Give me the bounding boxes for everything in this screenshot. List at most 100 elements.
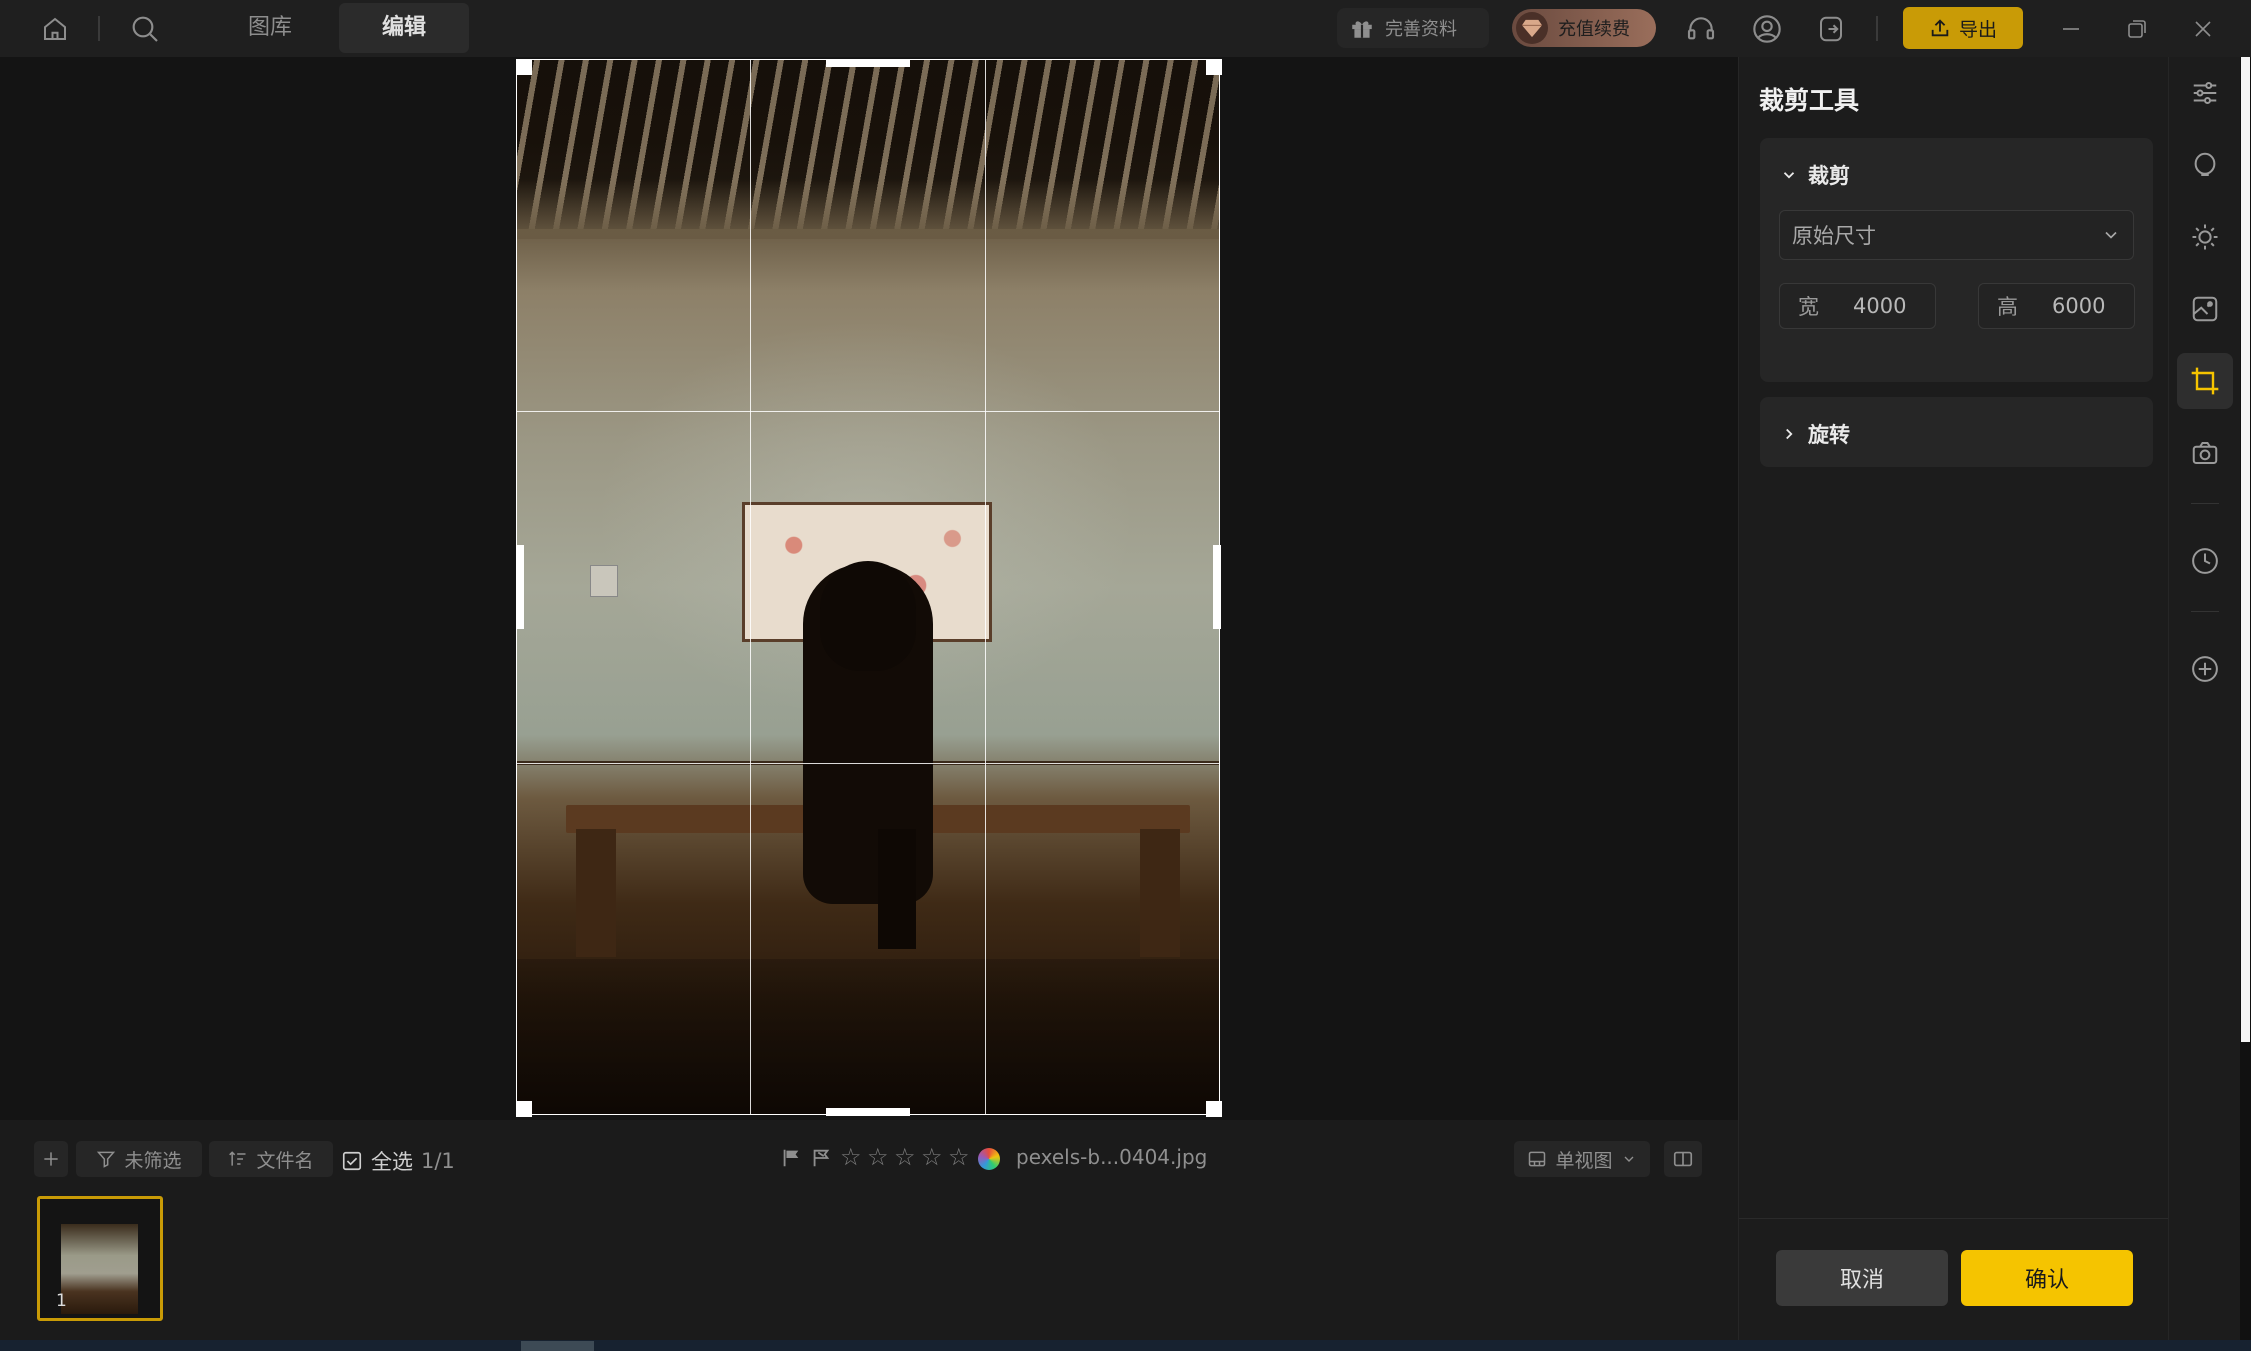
ellipse-icon xyxy=(2194,152,2216,176)
tab-edit[interactable]: 编辑 xyxy=(339,3,469,53)
width-label: 宽 xyxy=(1798,295,1819,319)
minimize-icon[interactable] xyxy=(2052,10,2090,48)
camera-icon xyxy=(2192,442,2218,464)
light-tool-button[interactable] xyxy=(2177,209,2233,265)
width-field[interactable]: 宽 4000 xyxy=(1779,283,1936,329)
sort-icon xyxy=(229,1151,246,1166)
thumbnail-image xyxy=(61,1224,138,1314)
logout-icon[interactable] xyxy=(1812,10,1850,48)
plus-icon xyxy=(44,1152,58,1166)
top-bar: 图库 编辑 完善资料 充值续费 导出 xyxy=(0,0,2251,57)
restore-icon[interactable] xyxy=(2118,10,2156,48)
search-icon[interactable] xyxy=(126,10,164,48)
portrait-tool-button[interactable] xyxy=(2177,137,2233,193)
crop-section-title: 裁剪 xyxy=(1808,164,1850,188)
crop-tool-panel: 裁剪工具 裁剪 原始尺寸 宽 4000 高 6000 旋转 取消 确认 xyxy=(1738,57,2169,1340)
compare-button[interactable] xyxy=(1664,1141,1702,1177)
select-all-label: 全选 xyxy=(371,1150,413,1174)
sort-button[interactable]: 文件名 xyxy=(209,1141,333,1177)
crop-handle-bottom-left[interactable] xyxy=(516,1101,532,1117)
compare-icon xyxy=(1673,1151,1693,1167)
user-icon[interactable] xyxy=(1748,10,1786,48)
horizontal-scrollbar-thumb[interactable] xyxy=(521,1341,594,1351)
diamond-icon xyxy=(1516,12,1548,44)
divider xyxy=(98,16,100,41)
horizontal-scrollbar[interactable] xyxy=(0,1340,2251,1351)
crop-handle-right[interactable] xyxy=(1213,545,1221,629)
gift-icon xyxy=(1352,21,1372,38)
vertical-scrollbar-thumb[interactable] xyxy=(2241,57,2250,1042)
crop-tool-button[interactable] xyxy=(2177,353,2233,409)
close-icon[interactable] xyxy=(2184,10,2222,48)
width-value[interactable]: 4000 xyxy=(1853,294,1906,318)
adjust-tool-button[interactable] xyxy=(2177,65,2233,121)
thumbnail-number: 1 xyxy=(56,1291,67,1311)
aspect-ratio-value: 原始尺寸 xyxy=(1792,224,1876,248)
crop-handle-bottom[interactable] xyxy=(826,1108,910,1116)
panel-footer: 取消 确认 xyxy=(1739,1218,2169,1340)
canvas-area xyxy=(0,57,1738,1120)
cancel-button[interactable]: 取消 xyxy=(1776,1250,1948,1306)
image-edit-tool-button[interactable] xyxy=(2177,281,2233,337)
crop-icon xyxy=(2191,367,2219,395)
height-field[interactable]: 高 6000 xyxy=(1978,283,2135,329)
rotate-section-header[interactable]: 旋转 xyxy=(1780,419,1850,449)
rating-star-3[interactable]: ☆ xyxy=(894,1144,916,1170)
flag-reject-icon[interactable] xyxy=(810,1147,832,1173)
camera-tool-button[interactable] xyxy=(2177,425,2233,481)
crop-section: 裁剪 原始尺寸 宽 4000 高 6000 xyxy=(1760,138,2153,382)
crop-handle-bottom-right[interactable] xyxy=(1206,1101,1222,1117)
thumbnail[interactable]: 1 xyxy=(37,1196,163,1321)
tool-rail xyxy=(2168,57,2240,1340)
chevron-down-icon xyxy=(1783,172,1795,179)
add-tool-button[interactable] xyxy=(2177,641,2233,697)
home-icon[interactable] xyxy=(36,10,74,48)
complete-profile-button[interactable]: 完善资料 xyxy=(1337,8,1489,48)
crop-handle-top-right[interactable] xyxy=(1206,59,1222,75)
select-all-checkbox[interactable]: 全选 1/1 xyxy=(341,1146,455,1176)
height-value[interactable]: 6000 xyxy=(2052,294,2105,318)
export-label: 导出 xyxy=(1958,18,1997,41)
export-button[interactable]: 导出 xyxy=(1903,7,2023,49)
history-button[interactable] xyxy=(2177,533,2233,589)
height-label: 高 xyxy=(1997,295,2018,319)
file-name: pexels-b...0404.jpg xyxy=(1016,1145,1208,1169)
complete-profile-label: 完善资料 xyxy=(1385,19,1457,40)
checkbox-icon xyxy=(342,1151,362,1171)
filmstrip xyxy=(0,1196,1738,1340)
filter-label: 未筛选 xyxy=(124,1149,182,1172)
panel-title: 裁剪工具 xyxy=(1759,86,1860,115)
crop-handle-left[interactable] xyxy=(516,545,524,629)
crop-section-header[interactable]: 裁剪 xyxy=(1780,160,1850,190)
rotate-section[interactable]: 旋转 xyxy=(1760,397,2153,467)
rating-star-2[interactable]: ☆ xyxy=(867,1144,889,1170)
divider xyxy=(2191,611,2219,612)
crop-handle-top-left[interactable] xyxy=(516,59,532,75)
sort-label: 文件名 xyxy=(256,1149,314,1172)
color-label-icon[interactable] xyxy=(978,1148,1000,1170)
view-mode-label: 单视图 xyxy=(1555,1149,1613,1172)
layout-icon xyxy=(1529,1151,1546,1167)
flag-pick-icon[interactable] xyxy=(780,1147,802,1173)
add-button[interactable] xyxy=(34,1141,68,1177)
history-icon xyxy=(2192,548,2218,574)
sun-icon xyxy=(2192,224,2218,250)
filter-button[interactable]: 未筛选 xyxy=(76,1141,202,1177)
image-edit-icon xyxy=(2192,296,2218,322)
rating-star-5[interactable]: ☆ xyxy=(948,1144,970,1170)
crop-frame[interactable] xyxy=(516,59,1220,1115)
recharge-label: 充值续费 xyxy=(1558,19,1630,40)
rating-star-1[interactable]: ☆ xyxy=(840,1144,862,1170)
sliders-icon xyxy=(2193,82,2217,104)
rating-star-4[interactable]: ☆ xyxy=(921,1144,943,1170)
crop-handle-top[interactable] xyxy=(826,59,910,67)
chevron-down-icon xyxy=(1624,1156,1633,1162)
view-mode-dropdown[interactable]: 单视图 xyxy=(1514,1141,1650,1177)
aspect-ratio-select[interactable]: 原始尺寸 xyxy=(1779,210,2134,260)
recharge-button[interactable]: 充值续费 xyxy=(1512,9,1656,47)
headset-icon[interactable] xyxy=(1682,10,1720,48)
upload-icon xyxy=(1931,19,1949,37)
confirm-button[interactable]: 确认 xyxy=(1961,1250,2133,1306)
filter-icon xyxy=(97,1151,116,1168)
tab-library[interactable]: 图库 xyxy=(224,3,316,53)
